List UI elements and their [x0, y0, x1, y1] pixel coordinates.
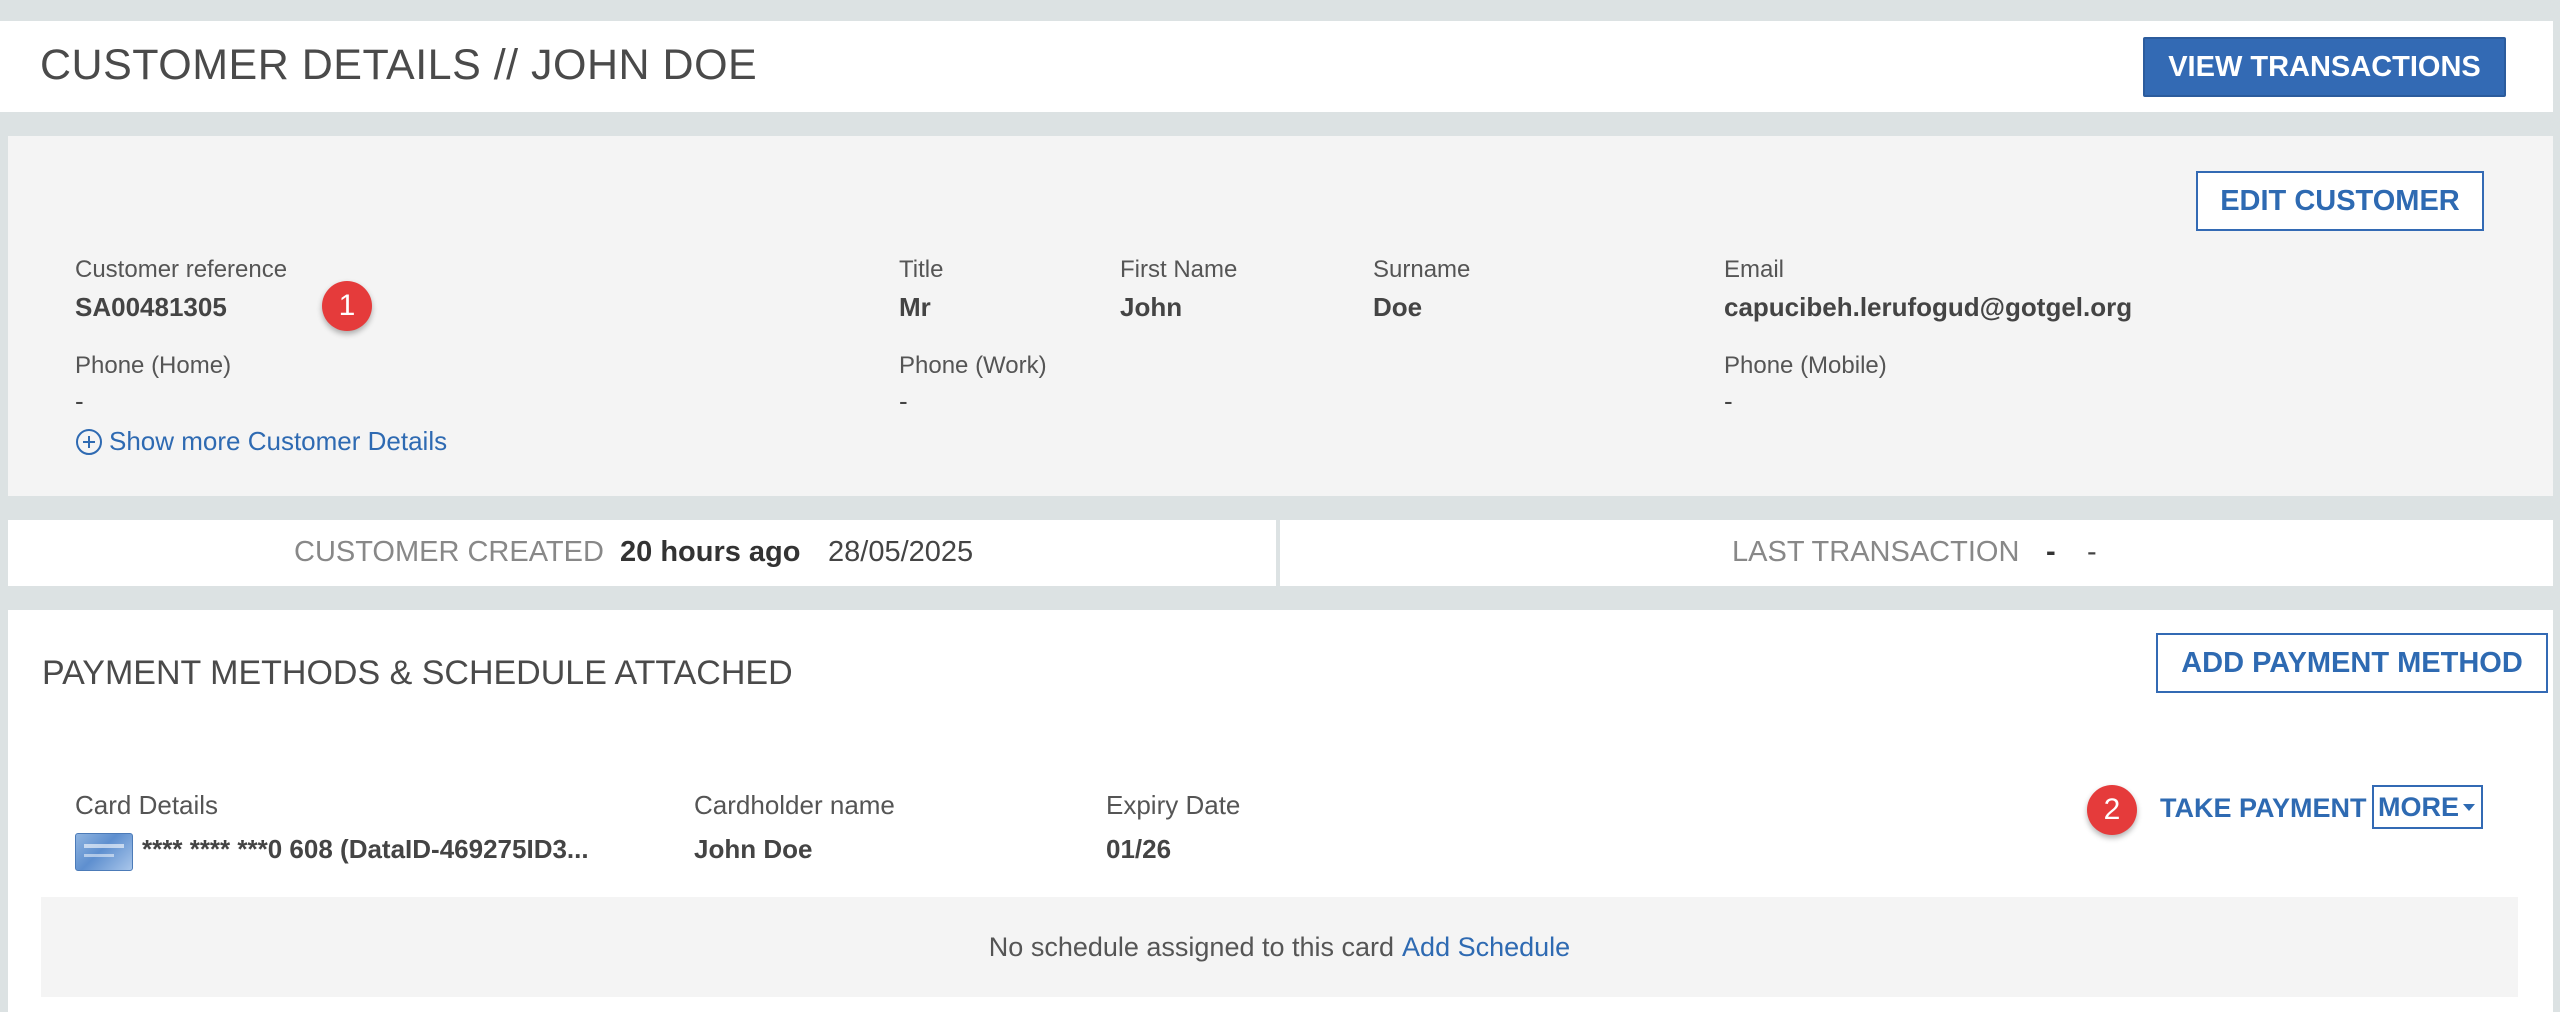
customer-created-label: CUSTOMER CREATED [294, 536, 604, 568]
last-transaction-value: - [2046, 536, 2056, 568]
schedule-bar: No schedule assigned to this card Add Sc… [41, 897, 2518, 997]
add-schedule-link[interactable]: Add Schedule [1402, 932, 1570, 963]
annotation-badge-2: 2 [2087, 785, 2137, 835]
phone-home-label: Phone (Home) [75, 352, 232, 379]
customer-reference-value: SA00481305 [75, 292, 227, 322]
show-more-label: Show more Customer Details [109, 426, 448, 456]
customer-created-relative: 20 hours ago [620, 536, 801, 568]
title-label: Title [899, 256, 944, 283]
take-payment-button[interactable]: TAKE PAYMENT [2160, 793, 2367, 824]
payment-methods-title: PAYMENT METHODS & SCHEDULE ATTACHED [42, 654, 793, 692]
last-transaction-date: - [2087, 536, 2097, 568]
last-transaction-stat: LAST TRANSACTION - - [1280, 520, 2553, 586]
phone-mobile-label: Phone (Mobile) [1724, 352, 1887, 379]
plus-circle-icon [76, 428, 102, 455]
customer-created-date: 28/05/2025 [828, 536, 974, 568]
page-header: CUSTOMER DETAILS // JOHN DOE VIEW TRANSA… [0, 21, 2553, 112]
show-more-customer-details-link[interactable]: Show more Customer Details [75, 426, 447, 457]
card-number: **** **** ***0 608 (DataID-469275ID3... [142, 834, 589, 864]
more-label: MORE [2378, 791, 2459, 822]
first-name-value: John [1120, 292, 1183, 322]
edit-customer-button[interactable]: EDIT CUSTOMER [2196, 171, 2484, 231]
cardholder-name-value: John Doe [694, 834, 813, 864]
email-value: capucibeh.lerufogud@gotgel.org [1724, 292, 2133, 322]
first-name-label: First Name [1120, 256, 1238, 283]
cardholder-name-label: Cardholder name [694, 790, 895, 820]
title-value: Mr [899, 292, 931, 322]
surname-value: Doe [1373, 292, 1423, 322]
phone-mobile-value: - [1724, 386, 1733, 416]
annotation-badge-1: 1 [322, 281, 372, 331]
credit-card-icon [75, 833, 133, 871]
no-schedule-text: No schedule assigned to this card [988, 931, 1395, 962]
phone-home-value: - [75, 386, 84, 416]
expiry-date-label: Expiry Date [1106, 790, 1241, 820]
email-label: Email [1724, 256, 1785, 283]
page-title: CUSTOMER DETAILS // JOHN DOE [40, 41, 758, 89]
phone-work-label: Phone (Work) [899, 352, 1047, 379]
caret-down-icon [2463, 804, 2475, 811]
add-payment-method-button[interactable]: ADD PAYMENT METHOD [2156, 633, 2548, 693]
view-transactions-button[interactable]: VIEW TRANSACTIONS [2143, 37, 2506, 97]
customer-created-stat: CUSTOMER CREATED 20 hours ago 28/05/2025 [8, 520, 1276, 586]
phone-work-value: - [899, 386, 908, 416]
last-transaction-label: LAST TRANSACTION [1732, 536, 2020, 568]
expiry-date-value: 01/26 [1106, 834, 1172, 864]
more-dropdown-button[interactable]: MORE [2372, 785, 2483, 829]
customer-reference-label: Customer reference [75, 256, 288, 283]
customer-details-panel: EDIT CUSTOMER Customer reference SA00481… [8, 136, 2553, 496]
payment-methods-panel: PAYMENT METHODS & SCHEDULE ATTACHED ADD … [8, 610, 2553, 1012]
card-details-label: Card Details [75, 790, 219, 820]
surname-label: Surname [1373, 256, 1471, 283]
